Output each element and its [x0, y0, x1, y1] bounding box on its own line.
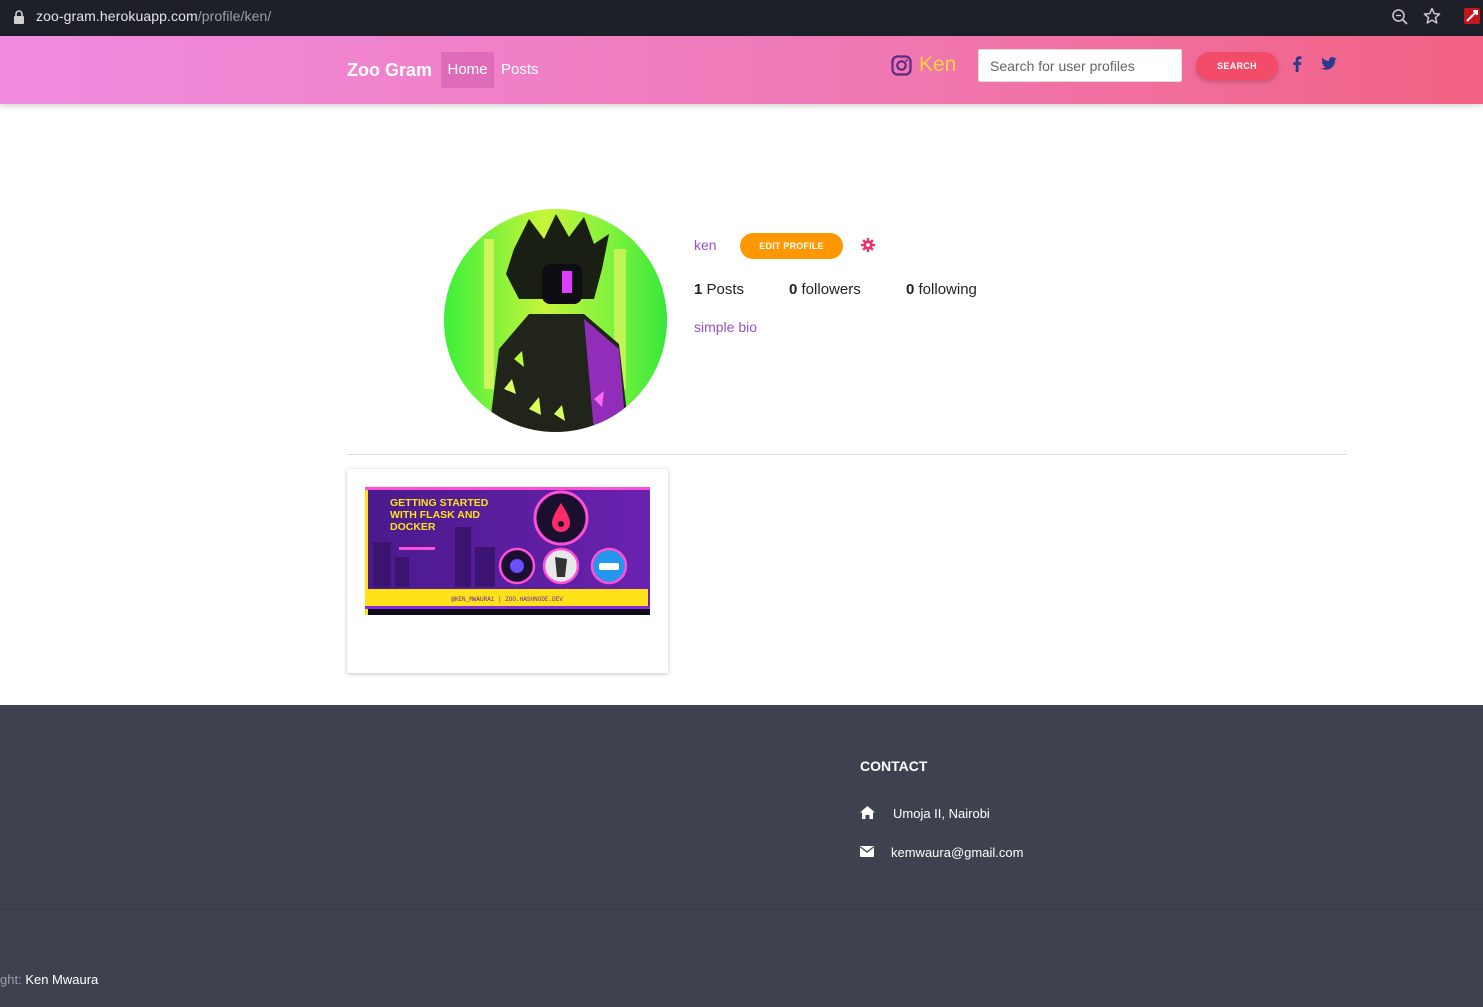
url-path: /profile/ken/: [197, 8, 272, 24]
lock-icon: [14, 10, 24, 24]
profile-avatar: [444, 209, 667, 432]
brand-logo[interactable]: Zoo Gram: [347, 60, 432, 81]
post-card[interactable]: GETTING STARTED WITH FLASK AND DOCKER @K…: [347, 469, 668, 673]
facebook-icon[interactable]: [1292, 56, 1302, 72]
profile-username: ken: [694, 237, 717, 253]
navbar: Zoo Gram Home Posts Ken SEARCH: [0, 36, 1483, 104]
gear-icon[interactable]: [861, 238, 875, 252]
search-button[interactable]: SEARCH: [1196, 52, 1278, 80]
section-divider: [347, 454, 1347, 455]
copyright: ght: Ken Mwaura: [0, 972, 98, 987]
nav-posts-link[interactable]: Posts: [501, 52, 539, 88]
twitter-icon[interactable]: [1321, 57, 1337, 71]
posts-stat-label: Posts: [706, 281, 745, 298]
zoom-icon[interactable]: [1391, 8, 1409, 26]
current-user-link[interactable]: Ken: [919, 53, 956, 77]
url-host: zoo-gram.herokuapp.com: [36, 8, 198, 24]
banner-title-line-2: WITH FLASK AND: [390, 509, 480, 521]
bookmark-star-icon[interactable]: [1423, 7, 1441, 25]
extension-icon[interactable]: [1464, 8, 1480, 24]
posts-count: 1: [694, 281, 703, 298]
contact-address: Umoja II, Nairobi: [893, 806, 990, 821]
contact-title: CONTACT: [860, 758, 928, 774]
followers-count: 0: [789, 281, 798, 298]
followers-stat-label: followers: [801, 281, 861, 298]
following-count: 0: [906, 281, 915, 298]
banner-title-line-3: DOCKER: [390, 521, 436, 533]
footer-divider: [0, 909, 1483, 910]
copyright-name: Ken Mwaura: [25, 972, 99, 987]
instagram-icon: [891, 55, 912, 76]
copyright-label: ght:: [0, 972, 22, 987]
envelope-icon: [860, 846, 874, 857]
search-input[interactable]: [978, 49, 1182, 82]
banner-title-line-1: GETTING STARTED: [390, 497, 489, 509]
nav-home-link[interactable]: Home: [441, 52, 494, 88]
following-stat[interactable]: 0 following: [906, 281, 977, 298]
following-stat-label: following: [918, 281, 977, 298]
banner-footer-text: @KEN_MWAURA1 | ZOO.HASHNODE.DEV: [451, 596, 563, 603]
address-bar[interactable]: zoo-gram.herokuapp.com/profile/ken/: [36, 8, 271, 24]
posts-stat: 1 Posts: [694, 281, 744, 298]
contact-email[interactable]: kemwaura@gmail.com: [891, 845, 1023, 860]
home-icon: [860, 806, 875, 819]
profile-bio: simple bio: [694, 319, 758, 335]
post-image[interactable]: GETTING STARTED WITH FLASK AND DOCKER @K…: [365, 487, 650, 615]
edit-profile-button[interactable]: EDIT PROFILE: [740, 233, 843, 259]
followers-stat[interactable]: 0 followers: [789, 281, 861, 298]
browser-url-bar: zoo-gram.herokuapp.com/profile/ken/: [0, 0, 1483, 36]
footer: CONTACT Umoja II, Nairobi kemwaura@gmail…: [0, 705, 1483, 1007]
